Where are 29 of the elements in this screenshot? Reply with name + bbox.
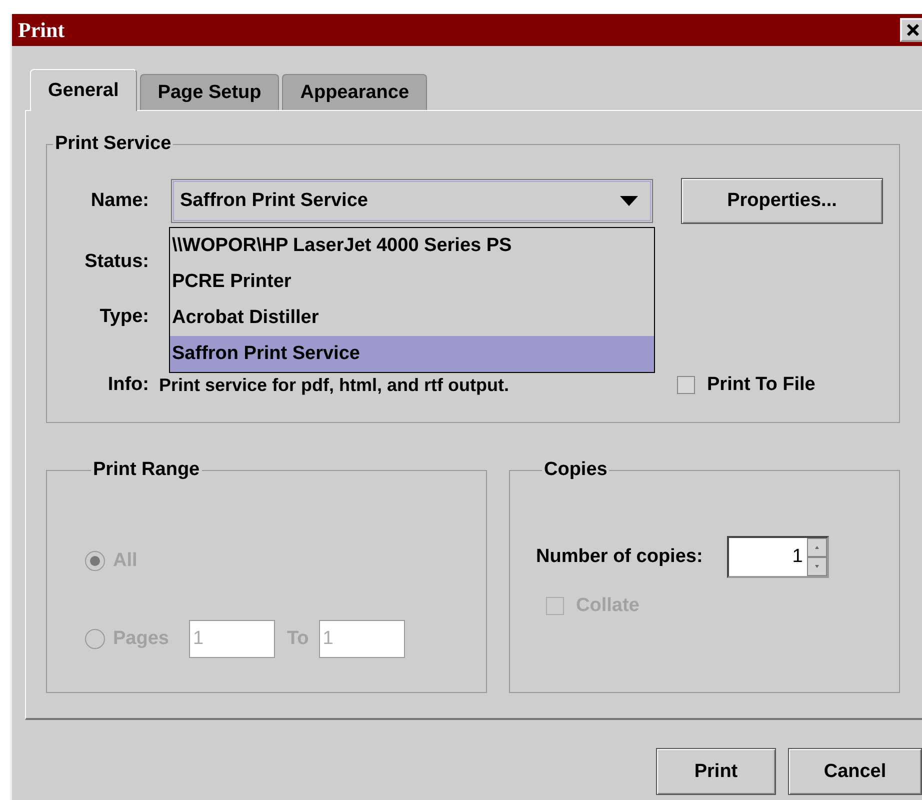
print-button[interactable]: Print — [656, 748, 776, 795]
tab[interactable]: General — [30, 69, 137, 111]
copies-spinner[interactable]: 1 — [726, 536, 829, 578]
printer-dropdown[interactable]: Saffron Print Service — [171, 179, 653, 223]
name-label: Name: — [90, 190, 149, 212]
dropdown-arrow-icon — [620, 196, 638, 206]
group-title: Print Service — [54, 133, 172, 155]
info-text: Print service for pdf, html, and rtf output. — [159, 374, 510, 396]
close-button[interactable] — [900, 18, 922, 42]
checkbox[interactable] — [677, 376, 695, 394]
cancel-button[interactable]: Cancel — [788, 748, 922, 795]
type-label: Type: — [98, 306, 149, 328]
dropdown-option[interactable]: Saffron Print Service — [170, 336, 654, 372]
copies-label: Number of copies: — [536, 546, 703, 568]
window-title: Print — [17, 18, 65, 42]
properties-button[interactable]: Properties... — [681, 178, 883, 224]
spin-down-icon[interactable] — [806, 557, 827, 576]
dropdown-option[interactable]: PCRE Printer — [170, 264, 654, 300]
spin-up-icon[interactable] — [806, 538, 827, 557]
group-title: Copies — [543, 459, 608, 481]
dropdown-option[interactable]: \\WOPOR\HP LaserJet 4000 Series PS — [170, 228, 654, 264]
tab[interactable]: Appearance — [282, 74, 428, 110]
print-to-file-label: Print To File — [707, 374, 816, 396]
tab[interactable]: Page Setup — [140, 74, 280, 110]
info-label: Info: — [106, 374, 149, 396]
dropdown-option[interactable]: Acrobat Distiller — [170, 300, 654, 336]
close-icon — [905, 22, 921, 38]
status-label: Status: — [84, 251, 149, 273]
group-title: Print Range — [92, 459, 201, 481]
